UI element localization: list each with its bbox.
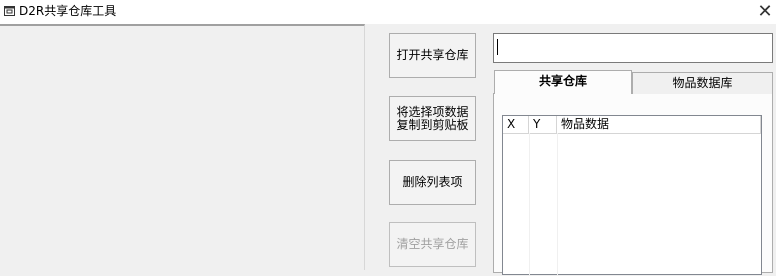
copy-selected-to-clipboard-button[interactable]: 将选择项数据 复制到剪贴板	[389, 96, 476, 141]
close-icon[interactable]: ✕	[754, 0, 776, 24]
column-divider	[557, 133, 558, 276]
column-divider	[529, 133, 530, 276]
app-icon	[4, 6, 15, 16]
stash-view-panel	[0, 24, 365, 270]
open-shared-stash-button[interactable]: 打开共享仓库	[389, 33, 476, 78]
item-list[interactable]: X Y 物品数据	[502, 115, 762, 276]
column-header-x[interactable]: X	[503, 116, 529, 133]
column-header-y[interactable]: Y	[529, 116, 557, 133]
window-title: D2R共享仓库工具	[19, 4, 117, 18]
stash-path-input[interactable]	[493, 33, 773, 63]
title-bar: D2R共享仓库工具 ✕	[0, 0, 776, 24]
tab-shared-stash[interactable]: 共享仓库	[494, 70, 632, 94]
list-header: X Y 物品数据	[503, 116, 761, 134]
tab-item-database[interactable]: 物品数据库	[632, 72, 773, 94]
clear-shared-stash-button[interactable]: 清空共享仓库	[389, 222, 476, 267]
delete-list-item-button[interactable]: 删除列表项	[389, 160, 476, 205]
text-caret	[497, 39, 498, 55]
column-header-item-data[interactable]: 物品数据	[557, 116, 761, 133]
